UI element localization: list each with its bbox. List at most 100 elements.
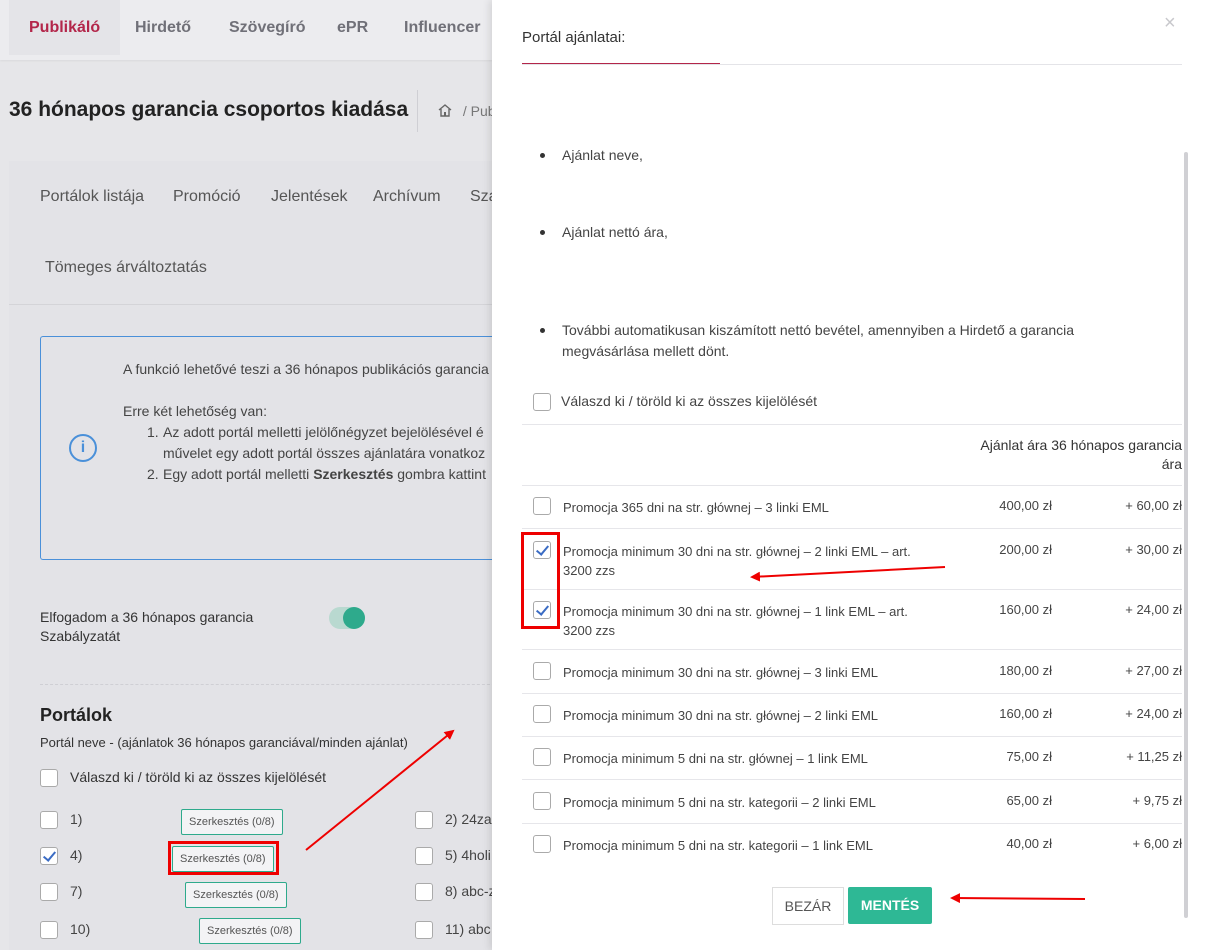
- portal-name: 5) 4holi: [445, 847, 491, 863]
- portal-row: 10): [40, 921, 90, 940]
- subtab-reports[interactable]: Jelentések: [271, 188, 348, 206]
- offer-guarantee-price: + 27,00 zł: [1125, 663, 1182, 678]
- breadcrumb: / Publ: [437, 103, 499, 121]
- portal-row: 1): [40, 811, 82, 830]
- portal-edit-button[interactable]: Szerkesztés (0/8): [181, 809, 283, 835]
- page-title: 36 hónapos garancia csoportos kiadása: [9, 98, 409, 121]
- modal-select-all-checkbox[interactable]: [533, 393, 551, 412]
- info-item-1-text-a: Az adott portál melletti jelölőnégyzet b…: [163, 424, 484, 440]
- save-button[interactable]: MENTÉS: [848, 887, 932, 924]
- nav-tab-epr[interactable]: ePR: [337, 0, 368, 55]
- info-box: i A funkció lehetővé teszi a 36 hónapos …: [40, 336, 510, 560]
- bullet-text: További automatikusan kiszámított nettó …: [562, 322, 1075, 359]
- offer-guarantee-price: + 24,00 zł: [1125, 706, 1182, 721]
- offer-name: Promocja minimum 30 dni na str. głównej …: [563, 708, 879, 723]
- info-text: A funkció lehetővé teszi a 36 hónapos pu…: [123, 359, 523, 485]
- portal-checkbox[interactable]: [415, 847, 433, 866]
- bullet-dot: [540, 328, 545, 333]
- offer-checkbox[interactable]: [533, 835, 551, 853]
- offer-guarantee-price: + 60,00 zł: [1125, 498, 1182, 513]
- portals-title: Portálok: [40, 705, 113, 725]
- accept-rules-label: Elfogadom a 36 hónapos garancia Szabályz…: [40, 609, 254, 644]
- offer-price: 200,00 zł: [999, 542, 1052, 557]
- divider: [522, 823, 1182, 824]
- offer-checkbox[interactable]: [533, 748, 551, 766]
- info-item-2-bold: Szerkesztés: [313, 466, 394, 482]
- divider: [522, 736, 1182, 737]
- nav-tab-hirdeto[interactable]: Hirdető: [135, 0, 191, 55]
- offer-name: Promocja minimum 5 dni na str. głównej –…: [563, 751, 868, 766]
- nav-tab-szovegiro[interactable]: Szövegíró: [229, 0, 305, 55]
- divider: [522, 485, 1182, 486]
- offer-name: Promocja 365 dni na str. głównej – 3 lin…: [563, 500, 829, 515]
- portal-checkbox[interactable]: [40, 811, 58, 830]
- portal-checkbox[interactable]: [40, 883, 58, 902]
- offer-name: Promocja minimum 30 dni na str. głównej …: [563, 665, 879, 680]
- portal-name: 11) abc: [445, 921, 491, 937]
- divider: [522, 424, 1182, 425]
- portal-row-right: 8) abc-z: [415, 883, 496, 902]
- portal-checkbox[interactable]: [415, 883, 433, 902]
- offer-name: Promocja minimum 30 dni na str. głównej …: [563, 544, 911, 578]
- info-item-2-pre: Egy adott portál melletti: [163, 466, 314, 482]
- portal-edit-button[interactable]: Szerkesztés (0/8): [199, 918, 301, 944]
- modal-select-all[interactable]: Válaszd ki / töröld ki az összes kijelöl…: [533, 393, 817, 412]
- portal-row-right: 2) 24zal: [415, 811, 495, 830]
- info-line-2: Erre két lehetőség van:: [123, 403, 267, 419]
- nav-tab-influencer[interactable]: Influencer: [404, 0, 480, 55]
- portals-select-all[interactable]: Válaszd ki / töröld ki az összes kijelöl…: [40, 769, 326, 788]
- toggle-knob: [343, 607, 365, 629]
- offer-checkbox[interactable]: [533, 497, 551, 515]
- portal-row: 4): [40, 847, 83, 866]
- info-item-2: 2. Egy adott portál melletti Szerkesztés…: [123, 464, 523, 485]
- offer-checkbox[interactable]: [533, 705, 551, 723]
- accept-rules-toggle[interactable]: [329, 607, 365, 629]
- offer-name: Promocja minimum 5 dni na str. kategorii…: [563, 838, 873, 853]
- offer-checkbox[interactable]: [533, 662, 551, 680]
- portal-checkbox[interactable]: [40, 847, 58, 866]
- subtab-bulk-price-change[interactable]: Tömeges árváltoztatás: [45, 259, 207, 277]
- bullet-dot: [540, 230, 545, 235]
- annotation-highlight-checkboxes: [521, 532, 560, 629]
- info-item-2-post: gombra kattint: [393, 466, 486, 482]
- portal-number: 4): [70, 847, 83, 863]
- divider: [522, 693, 1182, 694]
- info-item-1-text-b: művelet egy adott portál összes ajánlatá…: [163, 445, 486, 461]
- portal-checkbox[interactable]: [415, 921, 433, 940]
- portal-checkbox[interactable]: [40, 921, 58, 940]
- nav-tab-publikalo[interactable]: Publikáló: [9, 0, 121, 55]
- offer-price: 40,00 zł: [1006, 836, 1052, 851]
- info-item-2-number: 2.: [147, 466, 159, 482]
- subtab-archive[interactable]: Archívum: [373, 188, 441, 206]
- close-button[interactable]: BEZÁR: [772, 887, 844, 925]
- portals-select-all-checkbox[interactable]: [40, 769, 58, 788]
- modal-scrollbar[interactable]: [1184, 152, 1188, 918]
- divider: [522, 528, 1182, 529]
- modal-select-all-label: Válaszd ki / töröld ki az összes kijelöl…: [561, 393, 817, 409]
- offer-guarantee-price: + 24,00 zł: [1125, 602, 1182, 617]
- offer-price: 160,00 zł: [999, 602, 1052, 617]
- subtab-portals-list[interactable]: Portálok listája: [40, 188, 144, 206]
- info-item-1: 1. Az adott portál melletti jelölőnégyze…: [123, 422, 523, 464]
- bullet-dot: [540, 153, 545, 158]
- offer-guarantee-price: + 30,00 zł: [1125, 542, 1182, 557]
- title-divider: [417, 90, 418, 132]
- portal-edit-button[interactable]: Szerkesztés (0/8): [185, 882, 287, 908]
- annotation-highlight-edit: [168, 841, 279, 875]
- offer-name: Promocja minimum 30 dni na str. głównej …: [563, 604, 908, 638]
- divider: [522, 779, 1182, 780]
- portal-name: 2) 24zal: [445, 811, 495, 827]
- portals-subtitle: Portál neve - (ajánlatok 36 hónapos gara…: [40, 735, 408, 750]
- home-icon[interactable]: [437, 103, 453, 121]
- close-icon[interactable]: ×: [1164, 12, 1176, 35]
- offer-checkbox[interactable]: [533, 792, 551, 810]
- offer-price: 400,00 zł: [999, 498, 1052, 513]
- bullet-extra-revenue: További automatikusan kiszámított nettó …: [540, 320, 1100, 362]
- section-divider: [40, 684, 510, 685]
- column-header-price: Ajánlat ára 36 hónapos garancia ára: [980, 437, 1182, 472]
- modal-title: Portál ajánlatai:: [522, 29, 626, 46]
- info-item-2-text: Egy adott portál melletti Szerkesztés go…: [147, 464, 523, 485]
- subtab-promotion[interactable]: Promóció: [173, 188, 241, 206]
- portal-checkbox[interactable]: [415, 811, 433, 830]
- portal-row-right: 5) 4holi: [415, 847, 491, 866]
